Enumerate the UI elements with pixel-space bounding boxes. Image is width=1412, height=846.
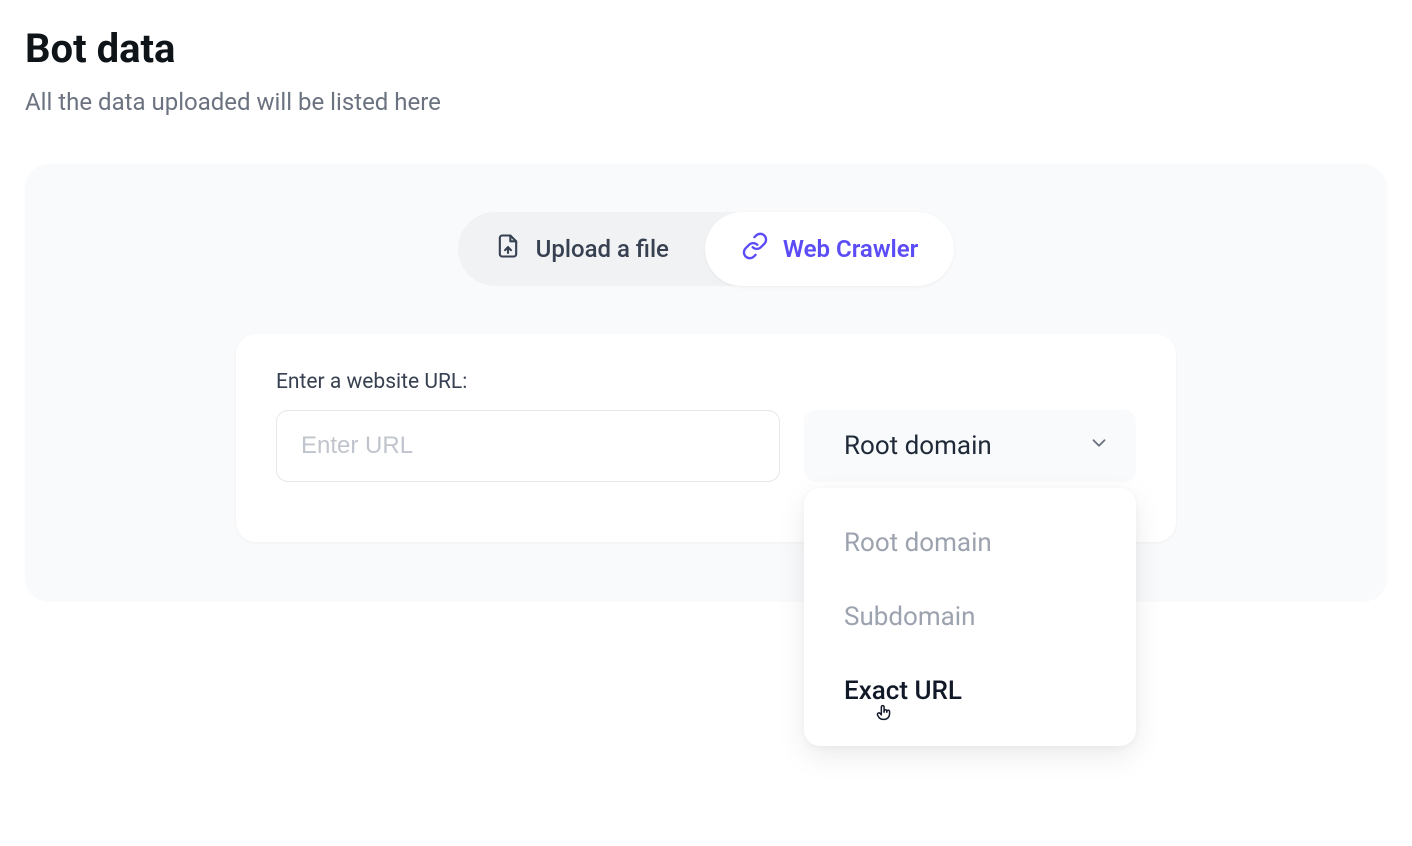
scope-option-subdomain[interactable]: Subdomain (804, 580, 1136, 654)
scope-option-exact-url[interactable]: Exact URL (804, 654, 1136, 728)
tab-upload-label: Upload a file (536, 235, 669, 263)
scope-dropdown-trigger[interactable]: Root domain (804, 410, 1136, 482)
scope-selected-label: Root domain (844, 431, 992, 461)
url-field-label: Enter a website URL: (276, 370, 1136, 394)
scope-option-exact-url-label: Exact URL (844, 676, 962, 706)
file-upload-icon (494, 232, 522, 266)
link-icon (741, 232, 769, 266)
tab-crawler-label: Web Crawler (783, 235, 918, 263)
scope-option-root-domain[interactable]: Root domain (804, 506, 1136, 580)
main-panel: Upload a file Web Crawler Enter a websit… (25, 164, 1387, 602)
input-row: Root domain Root domain Subdomain Exact … (276, 410, 1136, 482)
scope-dropdown-menu: Root domain Subdomain Exact URL (804, 488, 1136, 746)
url-card: Enter a website URL: Root domain Root do… (236, 334, 1176, 542)
tab-upload-file[interactable]: Upload a file (458, 212, 705, 286)
url-input[interactable] (276, 410, 780, 482)
scope-dropdown: Root domain Root domain Subdomain Exact … (804, 410, 1136, 482)
tab-web-crawler[interactable]: Web Crawler (705, 212, 954, 286)
tab-container: Upload a file Web Crawler (458, 212, 955, 286)
tab-group: Upload a file Web Crawler (65, 212, 1347, 286)
page-title: Bot data (25, 25, 1387, 72)
chevron-down-icon (1088, 431, 1110, 461)
page-subtitle: All the data uploaded will be listed her… (25, 88, 1387, 116)
